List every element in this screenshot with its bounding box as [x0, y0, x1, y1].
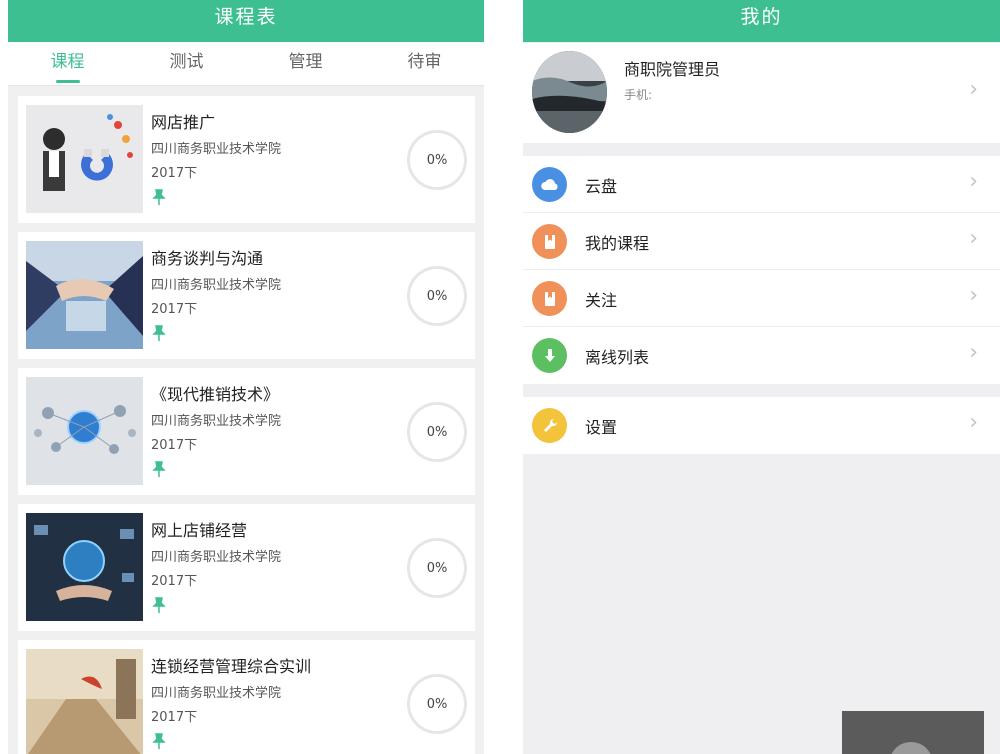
chevron-right-icon: ›	[969, 283, 978, 308]
my-profile-screen: 我的 商职院管理员 手机: › 云盘 › 我的课程 › 关注 › 离线列表 › …	[523, 0, 1000, 754]
course-title: 《现代推销技术》	[151, 385, 280, 404]
menu-item-follow[interactable]: 关注 ›	[523, 270, 1000, 327]
tab-bar: 课程 测试 管理 待审	[8, 42, 484, 86]
wrench-icon	[532, 408, 567, 443]
progress-indicator: 0%	[407, 130, 467, 190]
profile-card[interactable]: 商职院管理员 手机: ›	[523, 43, 1000, 143]
menu-group-settings: 设置 ›	[523, 397, 1000, 454]
pin-icon	[152, 597, 166, 613]
course-school: 四川商务职业技术学院	[151, 686, 282, 701]
progress-indicator: 0%	[407, 538, 467, 598]
menu-label: 云盘	[585, 177, 618, 196]
course-term: 2017下	[151, 574, 198, 589]
floating-overlay	[842, 711, 984, 754]
course-term: 2017下	[151, 438, 198, 453]
pin-icon	[152, 325, 166, 341]
course-card[interactable]: 《现代推销技术》 四川商务职业技术学院 2017下 0%	[18, 368, 475, 495]
pin-icon	[152, 461, 166, 477]
menu-item-settings[interactable]: 设置 ›	[523, 397, 1000, 454]
course-card[interactable]: 网上店铺经营 四川商务职业技术学院 2017下 0%	[18, 504, 475, 631]
menu-label: 离线列表	[585, 348, 650, 367]
pin-icon	[152, 189, 166, 205]
course-schedule-screen: 课程表 课程 测试 管理 待审 网店推广 四川商务职业技术学院 2017下 0%…	[8, 0, 484, 754]
course-title: 连锁经营管理综合实训	[151, 657, 312, 676]
course-term: 2017下	[151, 302, 198, 317]
course-card[interactable]: 连锁经营管理综合实训 四川商务职业技术学院 2017下 0%	[18, 640, 475, 754]
course-title: 网店推广	[151, 113, 216, 132]
course-list: 网店推广 四川商务职业技术学院 2017下 0% 商务谈判与沟通 四川商务职业技…	[8, 86, 484, 754]
user-phone: 手机:	[624, 88, 653, 102]
download-icon	[532, 338, 567, 373]
page-title: 课程表	[8, 0, 484, 42]
chevron-right-icon: ›	[969, 410, 978, 435]
course-card[interactable]: 商务谈判与沟通 四川商务职业技术学院 2017下 0%	[18, 232, 475, 359]
course-thumbnail	[26, 377, 143, 485]
chevron-right-icon: ›	[969, 77, 978, 102]
course-title: 商务谈判与沟通	[151, 249, 264, 268]
course-term: 2017下	[151, 710, 198, 725]
page-title: 我的	[523, 0, 1000, 42]
course-school: 四川商务职业技术学院	[151, 278, 282, 293]
book-icon	[532, 224, 567, 259]
tab-courses[interactable]: 课程	[8, 42, 127, 85]
menu-item-cloud-drive[interactable]: 云盘 ›	[523, 156, 1000, 213]
avatar	[532, 51, 607, 133]
course-term: 2017下	[151, 166, 198, 181]
chevron-right-icon: ›	[969, 226, 978, 251]
progress-indicator: 0%	[407, 266, 467, 326]
course-school: 四川商务职业技术学院	[151, 414, 282, 429]
course-thumbnail	[26, 241, 143, 349]
progress-indicator: 0%	[407, 402, 467, 462]
menu-label: 关注	[585, 291, 618, 310]
tab-pending-review[interactable]: 待审	[365, 42, 484, 85]
chevron-right-icon: ›	[969, 169, 978, 194]
menu-item-my-courses[interactable]: 我的课程 ›	[523, 213, 1000, 270]
course-school: 四川商务职业技术学院	[151, 550, 282, 565]
menu-group-main: 云盘 › 我的课程 › 关注 › 离线列表 ›	[523, 156, 1000, 384]
menu-label: 设置	[585, 418, 618, 437]
tab-manage[interactable]: 管理	[246, 42, 365, 85]
pin-icon	[152, 733, 166, 749]
chevron-right-icon: ›	[969, 340, 978, 365]
user-name: 商职院管理员	[624, 60, 721, 79]
course-school: 四川商务职业技术学院	[151, 142, 282, 157]
cloud-icon	[532, 167, 567, 202]
tab-tests[interactable]: 测试	[127, 42, 246, 85]
course-thumbnail	[26, 649, 143, 754]
menu-label: 我的课程	[585, 234, 650, 253]
course-title: 网上店铺经营	[151, 521, 248, 540]
bookmark-icon	[532, 281, 567, 316]
screen-gap	[484, 0, 523, 754]
menu-item-offline-list[interactable]: 离线列表 ›	[523, 327, 1000, 384]
progress-indicator: 0%	[407, 674, 467, 734]
course-thumbnail	[26, 105, 143, 213]
course-card[interactable]: 网店推广 四川商务职业技术学院 2017下 0%	[18, 96, 475, 223]
course-thumbnail	[26, 513, 143, 621]
